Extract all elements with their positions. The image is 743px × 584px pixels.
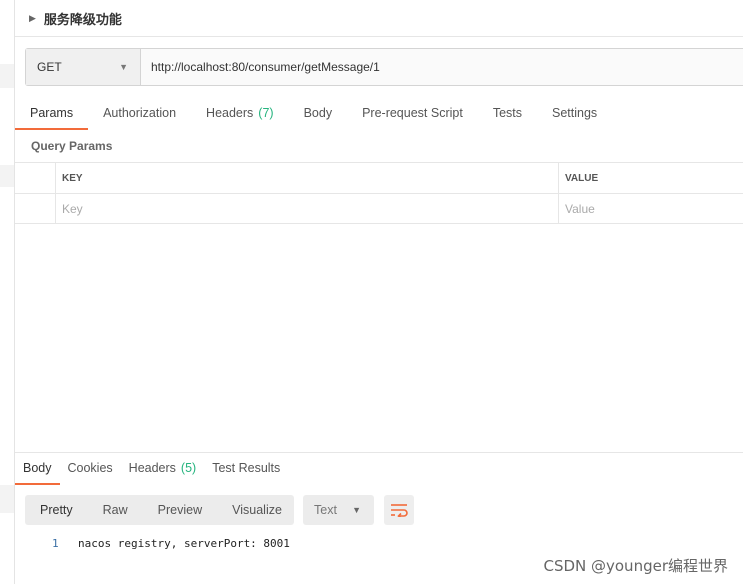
table-header-row: KEY VALUE: [15, 162, 743, 193]
wrap-lines-button[interactable]: [384, 495, 414, 525]
left-sidebar-edge: [0, 0, 15, 584]
headers-count: (7): [258, 106, 274, 120]
tab-label: Headers: [128, 461, 176, 475]
sidebar-row: [0, 165, 14, 187]
view-raw-button[interactable]: Raw: [88, 495, 143, 525]
method-select[interactable]: GET ▼: [26, 49, 141, 85]
tab-tests[interactable]: Tests: [478, 98, 537, 130]
response-tab-headers[interactable]: Headers (5): [121, 453, 205, 485]
value-column-header: VALUE: [565, 172, 599, 184]
collection-name: 服务降级功能: [43, 12, 122, 28]
line-number: 1: [52, 537, 59, 550]
response-tab-cookies[interactable]: Cookies: [60, 453, 121, 485]
tab-settings[interactable]: Settings: [537, 98, 612, 130]
wrap-lines-icon: [391, 504, 408, 517]
request-url-bar: GET ▼ http://localhost:80/consumer/getMe…: [25, 48, 743, 86]
view-visualize-button[interactable]: Visualize: [217, 495, 297, 525]
key-input[interactable]: Key: [56, 194, 559, 223]
tab-body[interactable]: Body: [289, 98, 348, 130]
tab-pre-request-script[interactable]: Pre-request Script: [347, 98, 478, 130]
response-tab-test-results[interactable]: Test Results: [204, 453, 288, 485]
tab-label: Cookies: [67, 461, 113, 475]
row-checkbox[interactable]: [15, 194, 56, 223]
tab-headers[interactable]: Headers (7): [191, 98, 289, 130]
response-tab-body[interactable]: Body: [15, 453, 60, 485]
tab-label: Headers: [206, 106, 254, 120]
tab-label: Body: [303, 106, 333, 120]
tab-label: Authorization: [103, 106, 177, 120]
table-row: Key Value: [15, 193, 743, 224]
query-params-title: Query Params: [31, 139, 113, 153]
sidebar-row: [0, 64, 14, 88]
method-label: GET: [37, 60, 62, 74]
request-tabs: Params Authorization Headers (7) Body Pre…: [15, 98, 743, 130]
tab-label: Tests: [492, 106, 522, 120]
caret-right-icon[interactable]: ▶: [29, 13, 36, 24]
response-tabs: Body Cookies Headers (5) Test Results: [15, 453, 743, 485]
watermark: CSDN @younger编程世界: [543, 557, 728, 575]
tab-label: Params: [30, 106, 74, 120]
headers-count: (5): [180, 461, 197, 475]
view-mode-group: Pretty Raw Preview Visualize: [25, 495, 294, 525]
tab-label: Body: [23, 461, 52, 475]
chevron-down-icon: ▼: [119, 62, 128, 72]
format-select[interactable]: Text ▼: [303, 495, 374, 525]
value-input[interactable]: Value: [559, 194, 743, 223]
query-params-table: KEY VALUE Key Value: [15, 162, 743, 224]
url-input[interactable]: http://localhost:80/consumer/getMessage/…: [141, 49, 743, 85]
response-body-line: 1 nacos registry, serverPort: 8001: [52, 537, 290, 550]
tab-params[interactable]: Params: [15, 98, 89, 130]
line-text: nacos registry, serverPort: 8001: [78, 537, 290, 550]
tab-label: Pre-request Script: [362, 106, 463, 120]
key-column-header: KEY: [56, 163, 559, 193]
view-pretty-button[interactable]: Pretty: [25, 495, 88, 525]
collection-header[interactable]: ▶ 服务降级功能: [15, 0, 743, 37]
sidebar-row: [0, 485, 14, 513]
format-label: Text: [314, 503, 337, 517]
chevron-down-icon: ▼: [352, 505, 361, 515]
checkbox-column: [15, 163, 56, 193]
tab-authorization[interactable]: Authorization: [88, 98, 191, 130]
view-preview-button[interactable]: Preview: [143, 495, 217, 525]
tab-label: Settings: [552, 106, 598, 120]
tab-label: Test Results: [212, 461, 281, 475]
